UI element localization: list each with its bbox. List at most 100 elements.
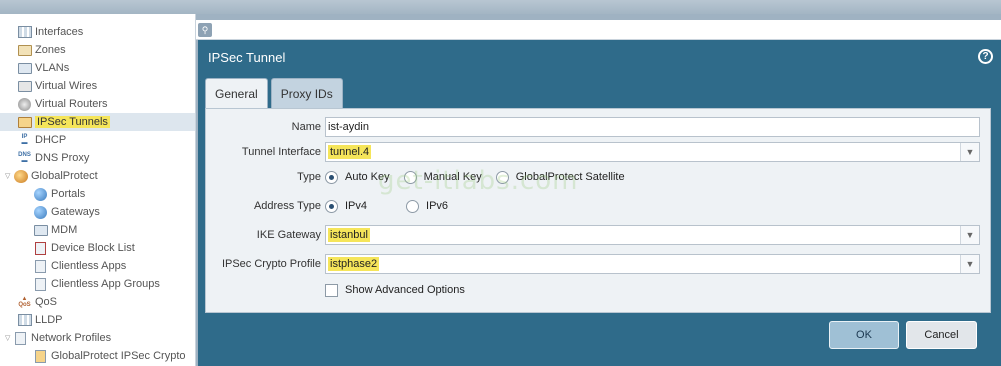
device-block-list-icon: [33, 241, 48, 255]
ipsec-crypto-profile-select[interactable]: istphase2 ▼: [325, 254, 980, 274]
sidebar-item-label: Interfaces: [35, 26, 84, 38]
tab-general[interactable]: General: [205, 78, 268, 108]
radio-label: Auto Key: [345, 171, 390, 183]
show-advanced-options-checkbox[interactable]: Show Advanced Options: [325, 280, 465, 300]
type-globalprotect-satellite-radio[interactable]: GlobalProtect Satellite: [495, 170, 625, 184]
sidebar-item-portals[interactable]: Portals: [0, 185, 195, 203]
name-input[interactable]: ist-aydin: [325, 117, 980, 137]
collapse-arrow-icon[interactable]: ▽: [5, 172, 13, 180]
sidebar-item-label: QoS: [35, 296, 58, 308]
top-bar: [0, 0, 1001, 14]
tab-proxy-ids[interactable]: Proxy IDs: [270, 78, 343, 108]
sidebar-item-lldp[interactable]: LLDP: [0, 311, 195, 329]
sidebar-item-clientless-app-groups[interactable]: Clientless App Groups: [0, 275, 195, 293]
dhcp-icon: IP ▬: [21, 134, 28, 146]
tunnel-interface-label: Tunnel Interface: [241, 146, 321, 158]
radio-selected-icon[interactable]: [325, 199, 338, 213]
address-type-label: Address Type: [253, 200, 321, 212]
ipsec-crypto-profile-value: istphase2: [328, 257, 380, 271]
sidebar-item-label: Device Block List: [51, 242, 135, 254]
sidebar-item-label: Virtual Wires: [35, 80, 98, 92]
ike-gateway-value: istanbul: [328, 228, 370, 242]
ok-button[interactable]: OK: [829, 321, 899, 349]
chevron-down-icon[interactable]: ▼: [960, 255, 979, 273]
tab-bar: General Proxy IDs: [205, 78, 346, 108]
globalprotect-ipsec-crypto-icon: [33, 349, 48, 363]
dns-proxy-icon: DNS ▬: [18, 152, 31, 164]
ike-gateway-label: IKE Gateway: [256, 229, 321, 241]
sidebar-item-zones[interactable]: Zones: [0, 41, 195, 59]
help-icon[interactable]: ?: [978, 49, 993, 64]
type-label: Type: [297, 171, 321, 183]
sidebar-item-label: Virtual Routers: [35, 98, 108, 110]
sidebar-item-globalprotect-ipsec-crypto[interactable]: GlobalProtect IPSec Crypto: [0, 347, 195, 365]
name-row: Name ist-aydin: [206, 117, 992, 137]
cancel-button[interactable]: Cancel: [906, 321, 977, 349]
interfaces-icon: [17, 26, 32, 39]
dialog-title: IPSec Tunnel: [208, 50, 286, 65]
ike-gateway-select[interactable]: istanbul ▼: [325, 225, 980, 245]
radio-selected-icon[interactable]: [325, 170, 338, 184]
ipsec-tunnels-icon: [17, 116, 32, 129]
qos-icon: ▲ QoS: [18, 296, 31, 308]
address-type-ipv6-radio[interactable]: IPv6: [406, 199, 448, 213]
globalprotect-icon: [13, 169, 28, 183]
sidebar-item-qos[interactable]: ▲ QoS QoS: [0, 293, 195, 311]
gateways-icon: [33, 205, 48, 219]
sidebar-item-label: Gateways: [51, 206, 100, 218]
type-row: Type Auto Key Manual Key GlobalProtect S…: [206, 167, 992, 187]
sidebar-item-dhcp[interactable]: IP ▬ DHCP: [0, 131, 195, 149]
radio-label: IPv4: [345, 200, 368, 212]
sidebar-item-gateways[interactable]: Gateways: [0, 203, 195, 221]
sidebar-item-label: IPSec Tunnels: [35, 116, 110, 128]
sidebar-item-interfaces[interactable]: Interfaces: [0, 23, 195, 41]
sidebar-item-label: Zones: [35, 44, 66, 56]
radio-unselected-icon[interactable]: [406, 199, 420, 213]
sidebar-item-label: DHCP: [35, 134, 67, 146]
advanced-options-row: Show Advanced Options: [206, 280, 992, 300]
sidebar-item-virtual-wires[interactable]: Virtual Wires: [0, 77, 195, 95]
sidebar-item-mdm[interactable]: MDM: [0, 221, 195, 239]
tunnel-interface-value: tunnel.4: [328, 145, 372, 159]
chevron-down-icon[interactable]: ▼: [960, 226, 979, 244]
sidebar-item-vlans[interactable]: VLANs: [0, 59, 195, 77]
checkbox-label: Show Advanced Options: [345, 284, 465, 296]
chevron-down-icon[interactable]: ▼: [960, 143, 979, 161]
sidebar-item-label: MDM: [51, 224, 78, 236]
sidebar-item-virtual-routers[interactable]: Virtual Routers: [0, 95, 195, 113]
name-label: Name: [291, 121, 321, 133]
sidebar-item-label: LLDP: [35, 314, 63, 326]
ipsec-tunnel-dialog: IPSec Tunnel ? General Proxy IDs Name is…: [198, 40, 1001, 366]
type-manual-key-radio[interactable]: Manual Key: [403, 170, 482, 184]
sidebar: Interfaces Zones VLANs Virtual Wires Vir…: [0, 14, 196, 366]
portals-icon: [33, 187, 48, 201]
sidebar-item-dns-proxy[interactable]: DNS ▬ DNS Proxy: [0, 149, 195, 167]
sidebar-item-label: Network Profiles: [31, 332, 112, 344]
tunnel-interface-row: Tunnel Interface tunnel.4 ▼: [206, 142, 992, 162]
ipsec-crypto-profile-row: IPSec Crypto Profile istphase2 ▼: [206, 254, 992, 274]
type-radio-group: Auto Key Manual Key GlobalProtect Satell…: [325, 167, 639, 187]
sidebar-item-network-profiles[interactable]: ▽ Network Profiles: [0, 329, 195, 347]
sidebar-item-clientless-apps[interactable]: Clientless Apps: [0, 257, 195, 275]
sidebar-item-globalprotect[interactable]: ▽ GlobalProtect: [0, 167, 195, 185]
virtual-wires-icon: [17, 80, 32, 93]
search-icon[interactable]: ⚲: [198, 23, 212, 37]
search-bar[interactable]: ⚲: [196, 20, 1001, 40]
sidebar-item-ipsec-tunnels[interactable]: IPSec Tunnels: [0, 113, 195, 131]
sidebar-item-label: Clientless Apps: [51, 260, 127, 272]
clientless-apps-icon: [33, 259, 48, 273]
radio-unselected-icon[interactable]: [495, 170, 509, 184]
tunnel-interface-select[interactable]: tunnel.4 ▼: [325, 142, 980, 162]
radio-unselected-icon[interactable]: [403, 170, 417, 184]
sidebar-item-label: DNS Proxy: [35, 152, 90, 164]
sidebar-item-device-block-list[interactable]: Device Block List: [0, 239, 195, 257]
collapse-arrow-icon[interactable]: ▽: [5, 334, 13, 342]
sidebar-item-label: Clientless App Groups: [51, 278, 160, 290]
clientless-app-groups-icon: [33, 277, 48, 291]
sidebar-item-label: Portals: [51, 188, 86, 200]
name-value: ist-aydin: [328, 121, 369, 133]
checkbox-icon[interactable]: [325, 283, 338, 297]
ipsec-crypto-profile-label: IPSec Crypto Profile: [221, 258, 321, 270]
address-type-ipv4-radio[interactable]: IPv4: [325, 199, 368, 213]
type-auto-key-radio[interactable]: Auto Key: [325, 170, 390, 184]
